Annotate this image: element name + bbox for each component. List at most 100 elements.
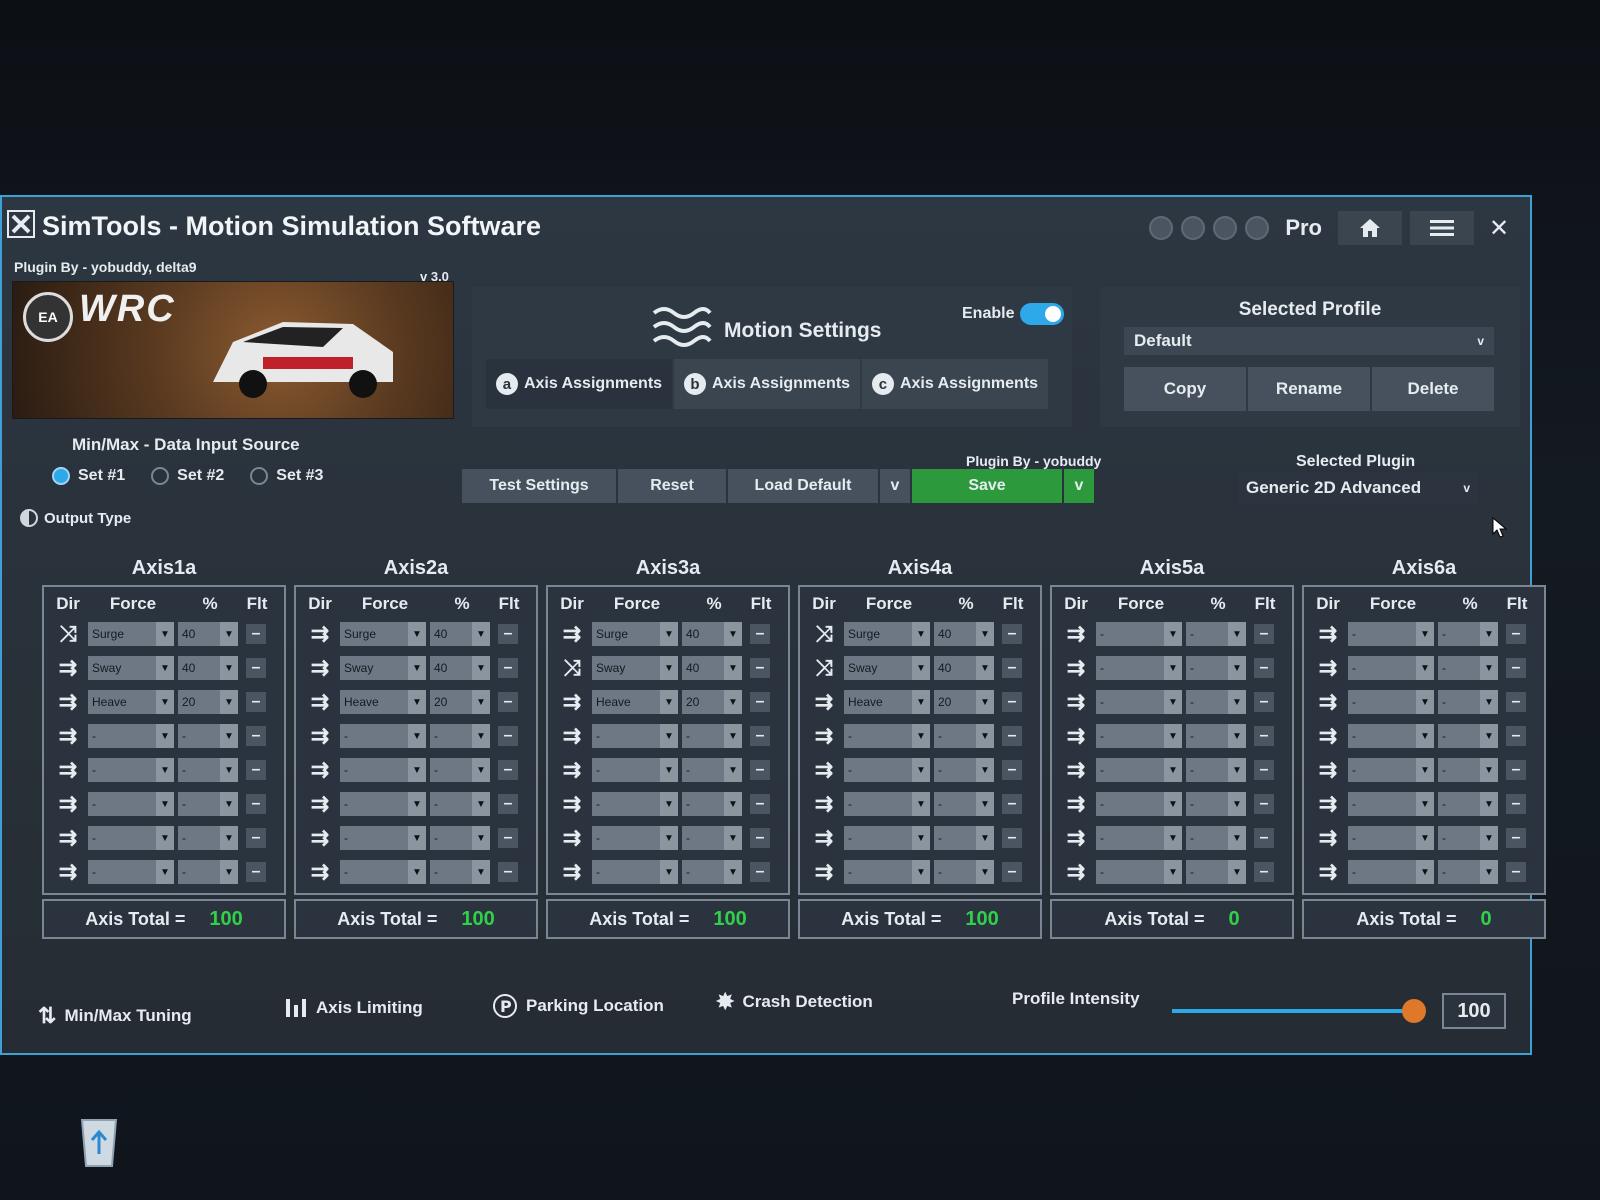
parallel-direction-icon[interactable]: ⇉ (1056, 859, 1096, 885)
up-arrow-icon[interactable] (1149, 216, 1174, 240)
filter-button[interactable]: – (246, 726, 266, 746)
force-select[interactable]: Heave ▼ (88, 690, 174, 714)
force-select[interactable]: - ▼ (88, 758, 174, 782)
force-select[interactable]: - ▼ (1096, 690, 1182, 714)
parallel-direction-icon[interactable]: ⇉ (804, 689, 844, 715)
profile-select[interactable]: Default v (1124, 327, 1494, 355)
parallel-direction-icon[interactable]: ⇉ (1056, 757, 1096, 783)
parallel-direction-icon[interactable]: ⇉ (48, 723, 88, 749)
parallel-direction-icon[interactable]: ⇉ (552, 757, 592, 783)
filter-button[interactable]: – (750, 760, 770, 780)
parallel-direction-icon[interactable]: ⇉ (48, 859, 88, 885)
force-select[interactable]: - ▼ (1096, 826, 1182, 850)
percent-select[interactable]: - ▼ (682, 758, 742, 782)
filter-button[interactable]: – (750, 658, 770, 678)
parking-location-button[interactable]: P Parking Location (492, 993, 664, 1019)
force-select[interactable]: - ▼ (1348, 792, 1434, 816)
percent-select[interactable]: 40 ▼ (178, 656, 238, 680)
filter-button[interactable]: – (1002, 692, 1022, 712)
parallel-direction-icon[interactable]: ⇉ (1056, 689, 1096, 715)
filter-button[interactable]: – (1002, 794, 1022, 814)
filter-button[interactable]: – (246, 658, 266, 678)
percent-select[interactable]: - ▼ (1186, 656, 1246, 680)
radio-set-2[interactable]: Set #2 (151, 467, 224, 485)
percent-select[interactable]: 40 ▼ (430, 656, 490, 680)
filter-button[interactable]: – (1506, 828, 1526, 848)
parallel-direction-icon[interactable]: ⇉ (300, 689, 340, 715)
force-select[interactable]: - ▼ (592, 860, 678, 884)
percent-select[interactable]: 20 ▼ (430, 690, 490, 714)
percent-select[interactable]: - ▼ (1186, 622, 1246, 646)
parallel-direction-icon[interactable]: ⇉ (48, 689, 88, 715)
shuffle-direction-icon[interactable]: ⤨ (804, 655, 844, 681)
filter-button[interactable]: – (1506, 726, 1526, 746)
recycle-bin-icon[interactable] (74, 1110, 124, 1170)
force-select[interactable]: - ▼ (88, 724, 174, 748)
percent-select[interactable]: 40 ▼ (178, 622, 238, 646)
parallel-direction-icon[interactable]: ⇉ (552, 791, 592, 817)
force-select[interactable]: - ▼ (340, 792, 426, 816)
percent-select[interactable]: - ▼ (1438, 860, 1498, 884)
filter-button[interactable]: – (1506, 862, 1526, 882)
force-select[interactable]: Surge ▼ (844, 622, 930, 646)
percent-select[interactable]: - ▼ (934, 724, 994, 748)
delete-profile-button[interactable]: Delete (1372, 367, 1494, 411)
percent-select[interactable]: - ▼ (1438, 690, 1498, 714)
force-select[interactable]: - ▼ (340, 826, 426, 850)
power-icon[interactable] (1245, 216, 1270, 240)
filter-button[interactable]: – (498, 862, 518, 882)
filter-button[interactable]: – (1254, 794, 1274, 814)
force-select[interactable]: - ▼ (844, 792, 930, 816)
percent-select[interactable]: - ▼ (934, 826, 994, 850)
parallel-direction-icon[interactable]: ⇉ (48, 791, 88, 817)
parallel-direction-icon[interactable]: ⇉ (1308, 859, 1348, 885)
force-select[interactable]: - ▼ (844, 860, 930, 884)
parallel-direction-icon[interactable]: ⇉ (804, 791, 844, 817)
filter-button[interactable]: – (750, 862, 770, 882)
percent-select[interactable]: - ▼ (682, 792, 742, 816)
parallel-direction-icon[interactable]: ⇉ (1308, 825, 1348, 851)
percent-select[interactable]: - ▼ (178, 758, 238, 782)
intensity-slider-thumb[interactable] (1402, 999, 1426, 1023)
filter-button[interactable]: – (1254, 760, 1274, 780)
save-dropdown[interactable]: v (1064, 469, 1094, 503)
force-select[interactable]: - ▼ (340, 758, 426, 782)
filter-button[interactable]: – (246, 794, 266, 814)
parallel-direction-icon[interactable]: ⇉ (1308, 757, 1348, 783)
percent-select[interactable]: - ▼ (430, 792, 490, 816)
force-select[interactable]: Sway ▼ (88, 656, 174, 680)
filter-button[interactable]: – (750, 692, 770, 712)
filter-button[interactable]: – (1254, 828, 1274, 848)
force-select[interactable]: - ▼ (592, 758, 678, 782)
parallel-direction-icon[interactable]: ⇉ (300, 825, 340, 851)
filter-button[interactable]: – (750, 828, 770, 848)
percent-select[interactable]: - ▼ (1186, 792, 1246, 816)
parallel-direction-icon[interactable]: ⇉ (48, 757, 88, 783)
close-button[interactable]: ✕ (1482, 211, 1516, 245)
percent-select[interactable]: - ▼ (934, 860, 994, 884)
rename-profile-button[interactable]: Rename (1248, 367, 1370, 411)
parallel-direction-icon[interactable]: ⇉ (1308, 655, 1348, 681)
parallel-direction-icon[interactable]: ⇉ (804, 723, 844, 749)
force-select[interactable]: - ▼ (1348, 724, 1434, 748)
edit-circle-icon[interactable] (1213, 216, 1238, 240)
force-select[interactable]: - ▼ (1348, 622, 1434, 646)
parallel-direction-icon[interactable]: ⇉ (300, 859, 340, 885)
percent-select[interactable]: - ▼ (682, 724, 742, 748)
profile-intensity-slider[interactable] (1172, 1009, 1412, 1013)
filter-button[interactable]: – (246, 862, 266, 882)
percent-select[interactable]: - ▼ (1438, 724, 1498, 748)
force-select[interactable]: Surge ▼ (340, 622, 426, 646)
filter-button[interactable]: – (1254, 624, 1274, 644)
parallel-direction-icon[interactable]: ⇉ (300, 757, 340, 783)
filter-button[interactable]: – (498, 726, 518, 746)
radio-set-3[interactable]: Set #3 (250, 467, 323, 485)
percent-select[interactable]: - ▼ (934, 758, 994, 782)
force-select[interactable]: - ▼ (88, 860, 174, 884)
force-select[interactable]: - ▼ (1096, 792, 1182, 816)
filter-button[interactable]: – (498, 624, 518, 644)
filter-button[interactable]: – (1002, 624, 1022, 644)
filter-button[interactable]: – (1254, 692, 1274, 712)
force-select[interactable]: - ▼ (1096, 724, 1182, 748)
percent-select[interactable]: - ▼ (430, 758, 490, 782)
